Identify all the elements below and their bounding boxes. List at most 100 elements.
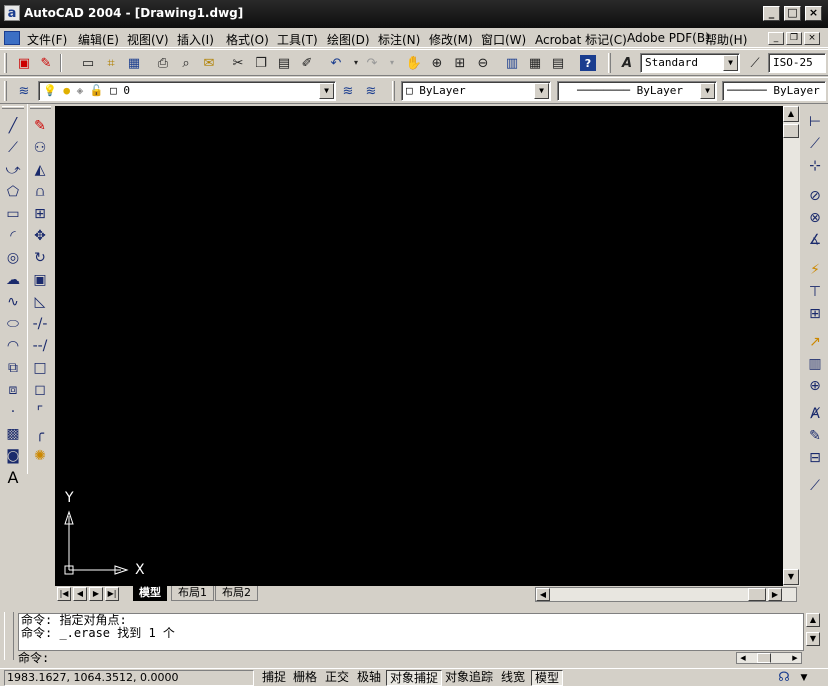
communication-center-icon[interactable]: ☊ bbox=[776, 670, 792, 686]
dim-style-icon[interactable]: ⟋ bbox=[803, 476, 827, 496]
publish-icon[interactable]: ✉ bbox=[199, 53, 219, 73]
minimize-button[interactable]: _ bbox=[763, 6, 780, 21]
dim-style-select[interactable]: ISO-25 bbox=[768, 53, 826, 73]
menu-edit[interactable]: 编辑(E) bbox=[78, 31, 119, 48]
coordinate-display[interactable]: 1983.1627, 1064.3512, 0.0000 bbox=[4, 670, 254, 686]
rotate-icon[interactable]: ↻ bbox=[28, 248, 52, 268]
cut-icon[interactable]: ✂ bbox=[228, 53, 248, 73]
horizontal-scrollbar[interactable]: ◀ ▶ bbox=[535, 587, 797, 602]
baseline-dim-icon[interactable]: ⊤ bbox=[803, 282, 827, 302]
spline-icon[interactable]: ∿ bbox=[1, 292, 25, 312]
offset-icon[interactable]: ⩍ bbox=[28, 182, 52, 202]
multiline-text-icon[interactable]: A bbox=[1, 468, 25, 488]
tab-layout2[interactable]: 布局2 bbox=[215, 586, 258, 601]
menu-format[interactable]: 格式(O) bbox=[226, 31, 269, 48]
polar-toggle[interactable]: 极轴 bbox=[354, 670, 384, 686]
print-icon[interactable]: ⎙ bbox=[153, 53, 173, 73]
toolbar-grip[interactable] bbox=[392, 81, 395, 101]
chevron-down-icon[interactable]: ▼ bbox=[723, 55, 738, 71]
cmd-horizontal-scrollbar[interactable]: ◀ ▶ bbox=[736, 652, 802, 664]
hatch-icon[interactable]: ▩ bbox=[1, 424, 25, 444]
match-properties-icon[interactable]: ✐ bbox=[297, 53, 317, 73]
region-icon[interactable]: ◙ bbox=[1, 446, 25, 466]
menu-view[interactable]: 视图(V) bbox=[127, 31, 169, 48]
zoom-realtime-icon[interactable]: ⊕ bbox=[427, 53, 447, 73]
layer-select[interactable]: 💡 ● ◈ 🔓 □ 0 ▼ bbox=[38, 81, 336, 101]
fillet-icon[interactable]: ╭ bbox=[28, 424, 52, 444]
undo-icon[interactable]: ↶ bbox=[326, 53, 346, 73]
close-button[interactable]: × bbox=[805, 6, 822, 21]
break-at-point-icon[interactable]: ◻ bbox=[28, 380, 52, 400]
chamfer-icon[interactable]: ⌜ bbox=[28, 402, 52, 422]
revision-cloud-icon[interactable]: ☁ bbox=[1, 270, 25, 290]
tab-next-button[interactable]: ▶ bbox=[89, 587, 103, 601]
open-icon[interactable]: ⌗ bbox=[101, 53, 121, 73]
grid-toggle[interactable]: 栅格 bbox=[290, 670, 320, 686]
scroll-right-button[interactable]: ▶ bbox=[789, 653, 801, 663]
mirror-icon[interactable]: ◭ bbox=[28, 160, 52, 180]
scroll-right-button[interactable]: ▶ bbox=[768, 588, 782, 601]
erase-icon[interactable]: ✎ bbox=[28, 116, 52, 136]
trim-icon[interactable]: -/- bbox=[28, 314, 52, 334]
toolbar-grip[interactable] bbox=[30, 106, 51, 109]
redo-dropdown-icon[interactable]: ▾ bbox=[382, 53, 402, 73]
document-icon[interactable] bbox=[4, 31, 20, 45]
toolbar-grip[interactable] bbox=[2, 106, 24, 109]
help-icon[interactable]: ? bbox=[580, 55, 596, 71]
linetype-select[interactable]: ──────── ByLayer ▼ bbox=[557, 81, 717, 101]
extend-icon[interactable]: --/ bbox=[28, 336, 52, 356]
doc-minimize-button[interactable]: _ bbox=[768, 32, 784, 45]
circle-icon[interactable]: ◎ bbox=[1, 248, 25, 268]
lineweight-select[interactable]: ────── ByLayer bbox=[722, 81, 826, 101]
polyline-icon[interactable]: ⤻ bbox=[1, 160, 25, 180]
snap-toggle[interactable]: 捕捉 bbox=[259, 670, 289, 686]
rectangle-icon[interactable]: ▭ bbox=[1, 204, 25, 224]
copy-object-icon[interactable]: ⚇ bbox=[28, 138, 52, 158]
dim-update-icon[interactable]: ⊟ bbox=[803, 448, 827, 468]
tolerance-icon[interactable]: ▥ bbox=[803, 354, 827, 374]
layer-previous-icon[interactable]: ≋ bbox=[361, 81, 381, 101]
pdf-mark-icon[interactable]: ✎ bbox=[36, 53, 56, 73]
maximize-button[interactable]: □ bbox=[784, 6, 801, 21]
zoom-window-icon[interactable]: ⊞ bbox=[450, 53, 470, 73]
layer-freeze-icon[interactable]: ● bbox=[63, 84, 70, 97]
model-toggle[interactable]: 模型 bbox=[531, 670, 564, 686]
paste-icon[interactable]: ▤ bbox=[274, 53, 294, 73]
ortho-toggle[interactable]: 正交 bbox=[322, 670, 352, 686]
dim-text-edit-icon[interactable]: ✎ bbox=[803, 426, 827, 446]
toolbar-grip[interactable] bbox=[4, 81, 7, 101]
command-window-grip[interactable] bbox=[4, 612, 14, 660]
chevron-down-icon[interactable]: ▼ bbox=[534, 83, 549, 99]
drawing-canvas[interactable]: Y X bbox=[55, 106, 783, 586]
make-block-icon[interactable]: ⧈ bbox=[1, 380, 25, 400]
insert-block-icon[interactable]: ⧉ bbox=[1, 358, 25, 378]
dim-edit-icon[interactable]: Ⱥ bbox=[803, 404, 827, 424]
toolbar-grip[interactable] bbox=[4, 53, 7, 73]
command-input[interactable] bbox=[60, 652, 730, 664]
move-icon[interactable]: ✥ bbox=[28, 226, 52, 246]
explode-icon[interactable]: ✺ bbox=[28, 446, 52, 466]
menu-adobe-pdf[interactable]: Adobe PDF(B) bbox=[627, 31, 710, 45]
zoom-previous-icon[interactable]: ⊖ bbox=[473, 53, 493, 73]
scroll-up-button[interactable]: ▲ bbox=[783, 106, 799, 122]
diameter-dim-icon[interactable]: ⊗ bbox=[803, 208, 827, 228]
copy-icon[interactable]: ❐ bbox=[251, 53, 271, 73]
chevron-down-icon[interactable]: ▼ bbox=[700, 83, 715, 99]
tab-last-button[interactable]: ▶| bbox=[105, 587, 119, 601]
point-icon[interactable]: · bbox=[1, 402, 25, 422]
menu-window[interactable]: 窗口(W) bbox=[481, 31, 526, 48]
layer-lock-icon[interactable]: 🔓 bbox=[90, 84, 104, 97]
osnap-toggle[interactable]: 对象捕捉 bbox=[386, 670, 443, 686]
break-icon[interactable]: □ bbox=[28, 358, 52, 378]
ellipse-icon[interactable]: ⬭ bbox=[1, 314, 25, 334]
layer-on-icon[interactable]: 💡 bbox=[43, 84, 57, 97]
pdf-convert-icon[interactable]: ▣ bbox=[14, 53, 34, 73]
tab-prev-button[interactable]: ◀ bbox=[73, 587, 87, 601]
cmd-scroll-down-button[interactable]: ▼ bbox=[806, 632, 820, 646]
scroll-thumb[interactable] bbox=[748, 588, 766, 601]
scroll-left-button[interactable]: ◀ bbox=[737, 653, 749, 663]
status-menu-chevron-down-icon[interactable]: ▼ bbox=[798, 672, 810, 684]
tab-model[interactable]: 模型 bbox=[133, 586, 167, 601]
scroll-thumb[interactable] bbox=[757, 653, 771, 663]
radius-dim-icon[interactable]: ⊘ bbox=[803, 186, 827, 206]
